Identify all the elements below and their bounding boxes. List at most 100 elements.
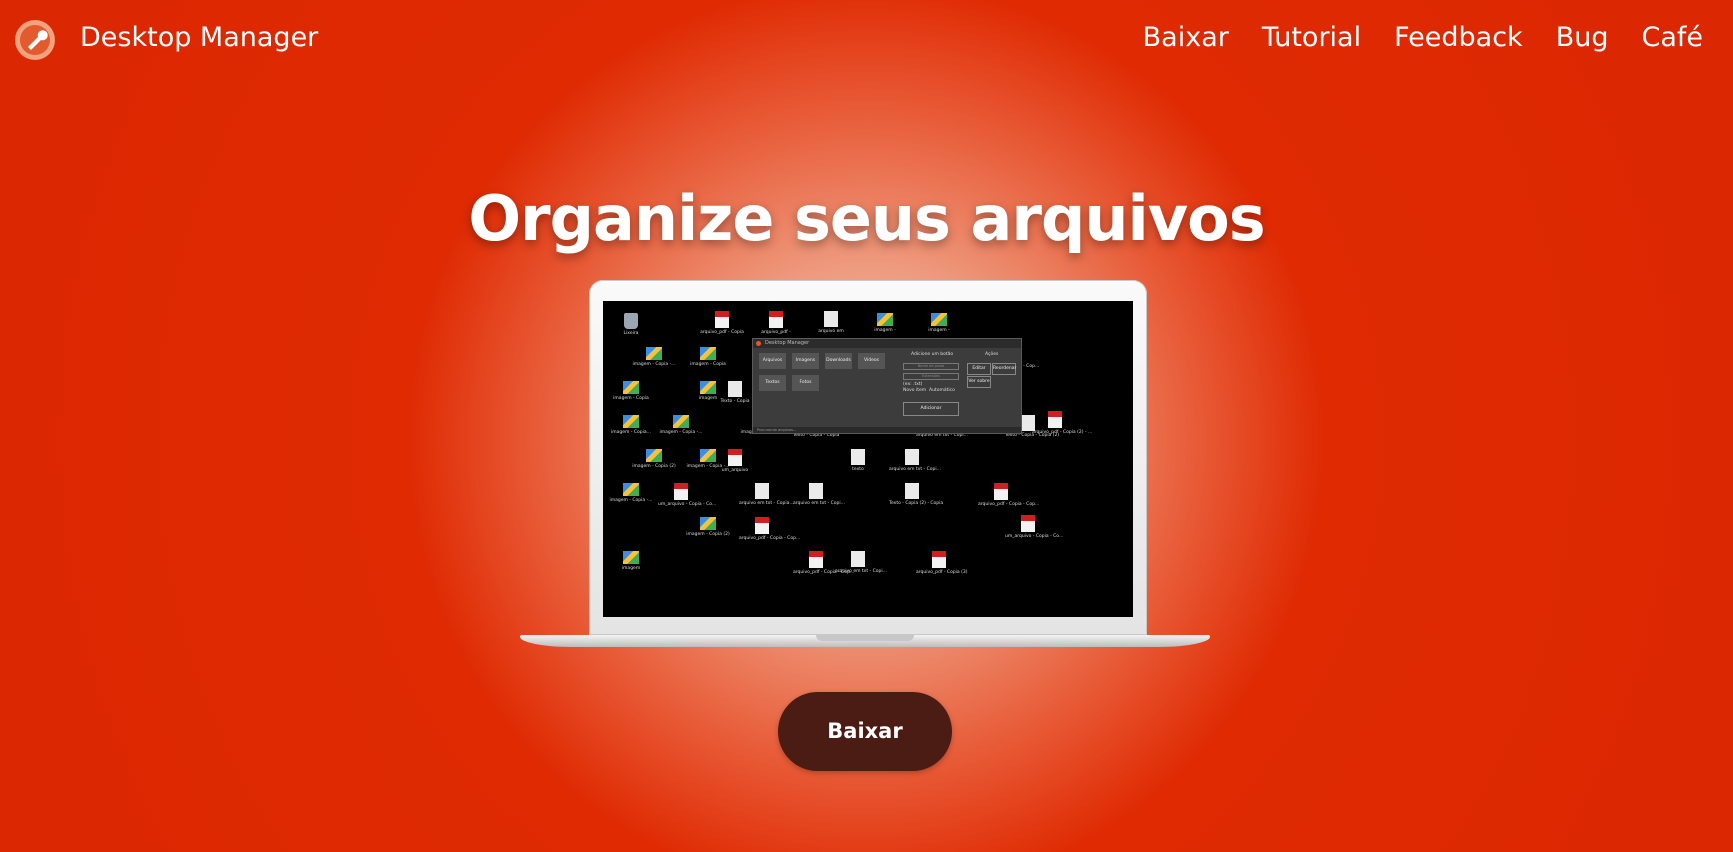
img-file-icon (877, 313, 893, 326)
wrench-gear-icon[interactable] (14, 19, 56, 61)
desktop-icon-label: imagem - (928, 328, 950, 333)
txt-file-icon (824, 311, 838, 327)
trash-file-icon (624, 313, 638, 329)
pdf-file-icon (932, 551, 946, 568)
desktop-icon: arquivo_pdf - Copia - Cop... (978, 483, 1040, 508)
desktop-icon-label: arquivo_pdf - Copia - Cop... (978, 502, 1040, 507)
pdf-file-icon (994, 483, 1008, 500)
folder-button-arquivos: Arquivos (759, 353, 786, 369)
pdf-file-icon (809, 551, 823, 568)
desktop-icon-label: imagem - Copia (2) (632, 464, 676, 469)
nav-link-cafe[interactable]: Café (1641, 22, 1703, 53)
desktop-icon: imagem - Copia -... (658, 415, 704, 436)
desktop-icon-label: imagem - Copia... (611, 430, 651, 435)
about-action-button: Ver sobre (967, 376, 991, 388)
img-file-icon (623, 551, 639, 564)
desktop-icon: arquivo_pdf - Copia (3) (916, 551, 968, 576)
pdf-file-icon (674, 483, 688, 500)
txt-file-icon (755, 483, 769, 499)
desktop-icon: arquivo_pdf - Copia - Cop... (739, 517, 800, 542)
desktop-icon: arquivo em (808, 311, 854, 335)
desktop-icon-label: arquivo em txt - Copi... (889, 467, 941, 472)
pdf-file-icon (715, 311, 729, 328)
hero-title: Organize seus arquivos (468, 182, 1265, 255)
folder-name-field: Nome da pasta (903, 363, 959, 370)
desktop-icon-label: imagem (621, 566, 641, 571)
extension-example-label: (ex: .txt) (903, 382, 923, 387)
desktop-icon: imagem (608, 551, 654, 572)
desktop-icon: imagem - Copia (608, 381, 654, 402)
main-nav: Baixar Tutorial Feedback Bug Café (1143, 22, 1703, 53)
laptop-mockup: Lixeira arquivo_pdf - Copia arquivo_pdf - a… (520, 280, 1210, 660)
desktop-icon-label: arquivo_pdf - Copia (3) (916, 570, 968, 575)
folder-button-fotos: Fotos (792, 375, 819, 391)
desktop-icon: um_arquivo - Copia - Co... (1005, 515, 1063, 540)
nav-link-baixar[interactable]: Baixar (1143, 22, 1229, 53)
txt-file-icon (851, 551, 865, 567)
img-file-icon (673, 415, 689, 428)
actions-title: Ações (985, 352, 999, 357)
brand-name[interactable]: Desktop Manager (80, 22, 318, 53)
nav-link-feedback[interactable]: Feedback (1394, 22, 1523, 53)
desktop-icon: arquivo em txt - Copi... (835, 551, 887, 575)
nav-link-bug[interactable]: Bug (1556, 22, 1609, 53)
txt-file-icon (851, 449, 865, 465)
desktop-icon: imagem - Copia... (608, 415, 654, 436)
desktop-icon-label: arquivo em (818, 329, 844, 334)
desktop-icon: um_arquivo (712, 449, 758, 474)
laptop-notch (816, 635, 914, 641)
desktop-icon-label: arquivo em txt - Copi... (793, 501, 845, 506)
desktop-icon: imagem - Copia (685, 347, 731, 368)
laptop-screen: Lixeira arquivo_pdf - Copia arquivo_pdf - a… (603, 301, 1133, 617)
desktop-icon: imagem - Copia (2) (685, 517, 731, 538)
folder-button-imagens: Imagens (792, 353, 819, 369)
app-window-title: Desktop Manager (765, 340, 810, 346)
desktop-icon: imagem - Copia (2) (631, 449, 677, 470)
app-window-status: Procurando arquivos... (753, 427, 1021, 433)
desktop-icon: um_arquivo - Copia - Co... (658, 483, 716, 508)
txt-file-icon (728, 381, 742, 397)
img-file-icon (700, 517, 716, 530)
desktop-icon: arquivo em txt - Copi... (793, 483, 845, 507)
desktop-icon: arquivo_pdf - Copia (699, 311, 745, 336)
desktop-icon: arquivo_pdf - (753, 311, 799, 336)
desktop-icon: imagem - Copia -... (608, 483, 654, 504)
desktop-icon-label: Texto - Copia (2) - Copia (889, 501, 944, 506)
edit-action-button: Editar (967, 363, 991, 375)
txt-file-icon (905, 449, 919, 465)
desktop-icon-label: imagem - Copia -... (659, 430, 703, 435)
desktop-icon-label: arquivo em txt - Copia... (739, 501, 794, 506)
pdf-file-icon (728, 449, 742, 466)
desktop-icon: imagem - (916, 313, 962, 334)
desktop-icon: Lixeira (608, 313, 654, 337)
desktop-icon-label: um_arquivo (721, 468, 749, 473)
desktop-icon: Texto - Copia (2) - Copia (889, 483, 944, 507)
txt-file-icon (905, 483, 919, 499)
site-header: Desktop Manager Baixar Tutorial Feedback… (0, 0, 1733, 80)
pdf-file-icon (1048, 411, 1062, 428)
desktop-icon-label: arquivo em txt - Copi... (835, 569, 887, 574)
desktop-icon: imagem - (862, 313, 908, 334)
app-window-titlebar: Desktop Manager (753, 339, 1021, 348)
folder-button-videos: Vídeos (858, 353, 885, 369)
desktop-icon: arquivo_pdf - Copia (2) - ... (1032, 411, 1092, 436)
desktop-icon-label: imagem - Copia (613, 396, 649, 401)
add-folder-button: Adicionar (903, 402, 959, 416)
nav-link-tutorial[interactable]: Tutorial (1262, 22, 1361, 53)
desktop-icon: texto (835, 449, 881, 473)
desktop-icon-label: arquivo_pdf - Copia - Cop... (793, 570, 855, 575)
desktop-icon-label: arquivo_pdf - Copia (700, 330, 744, 335)
pdf-file-icon (755, 517, 769, 534)
download-button[interactable]: Baixar (778, 692, 952, 771)
img-file-icon (646, 449, 662, 462)
desktop-icon: imagem - Copia -... (631, 347, 677, 368)
desktop-icon-label: imagem - (874, 328, 896, 333)
desktop-icon-label: imagem - Copia -... (632, 362, 676, 367)
img-file-icon (623, 415, 639, 428)
reorder-action-button: Reordenar (992, 363, 1016, 375)
new-item-checkbox-label: Novo item (903, 388, 927, 393)
pdf-file-icon (1021, 515, 1035, 532)
img-file-icon (623, 381, 639, 394)
folder-button-textos: Textos (759, 375, 786, 391)
img-file-icon (700, 347, 716, 360)
